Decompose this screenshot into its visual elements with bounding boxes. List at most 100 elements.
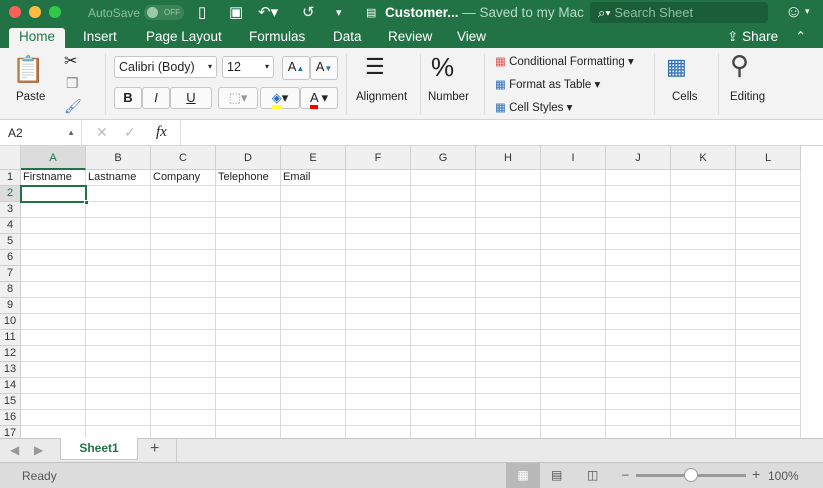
cell-I1[interactable] — [541, 170, 606, 186]
cell-K16[interactable] — [671, 410, 736, 426]
fill-handle[interactable] — [84, 200, 89, 205]
cell-L1[interactable] — [736, 170, 801, 186]
cell-G4[interactable] — [411, 218, 476, 234]
cell-L15[interactable] — [736, 394, 801, 410]
column-header-E[interactable]: E — [281, 146, 346, 170]
number-button[interactable]: Number — [428, 91, 469, 103]
save-icon[interactable]: ▣ — [229, 3, 243, 21]
cell-B10[interactable] — [86, 314, 151, 330]
zoom-slider[interactable] — [636, 468, 746, 482]
font-color-button[interactable]: A ▾ — [300, 87, 338, 109]
cell-F7[interactable] — [346, 266, 411, 282]
tab-view[interactable]: View — [457, 28, 486, 48]
row-header-4[interactable]: 4 — [0, 218, 21, 234]
cell-G15[interactable] — [411, 394, 476, 410]
cell-I4[interactable] — [541, 218, 606, 234]
cell-A11[interactable] — [21, 330, 86, 346]
cell-C14[interactable] — [151, 378, 216, 394]
cell-C6[interactable] — [151, 250, 216, 266]
row-header-9[interactable]: 9 — [0, 298, 21, 314]
minimize-window-button[interactable] — [29, 6, 41, 18]
cell-C15[interactable] — [151, 394, 216, 410]
cell-L8[interactable] — [736, 282, 801, 298]
zoom-out-button[interactable]: – — [622, 467, 629, 481]
cell-I3[interactable] — [541, 202, 606, 218]
cell-H6[interactable] — [476, 250, 541, 266]
bold-button[interactable]: B — [114, 87, 142, 109]
cell-L4[interactable] — [736, 218, 801, 234]
cell-K7[interactable] — [671, 266, 736, 282]
cell-F2[interactable] — [346, 186, 411, 202]
cell-K4[interactable] — [671, 218, 736, 234]
column-header-B[interactable]: B — [86, 146, 151, 170]
cell-E4[interactable] — [281, 218, 346, 234]
row-header-5[interactable]: 5 — [0, 234, 21, 250]
cell-A6[interactable] — [21, 250, 86, 266]
tab-data[interactable]: Data — [333, 28, 362, 48]
cell-G9[interactable] — [411, 298, 476, 314]
cell-L9[interactable] — [736, 298, 801, 314]
cell-J5[interactable] — [606, 234, 671, 250]
row-header-6[interactable]: 6 — [0, 250, 21, 266]
cell-D7[interactable] — [216, 266, 281, 282]
cell-G2[interactable] — [411, 186, 476, 202]
cell-D11[interactable] — [216, 330, 281, 346]
cell-F6[interactable] — [346, 250, 411, 266]
cell-B15[interactable] — [86, 394, 151, 410]
add-sheet-button[interactable]: + — [150, 440, 159, 458]
cell-K15[interactable] — [671, 394, 736, 410]
cell-H12[interactable] — [476, 346, 541, 362]
cell-I6[interactable] — [541, 250, 606, 266]
zoom-window-button[interactable] — [49, 6, 61, 18]
zoom-slider-handle[interactable] — [684, 468, 698, 482]
cell-G8[interactable] — [411, 282, 476, 298]
cell-B2[interactable] — [86, 186, 151, 202]
column-header-C[interactable]: C — [151, 146, 216, 170]
tab-home[interactable]: Home — [9, 28, 66, 48]
cell-F10[interactable] — [346, 314, 411, 330]
cell-C4[interactable] — [151, 218, 216, 234]
cell-J1[interactable] — [606, 170, 671, 186]
row-header-2[interactable]: 2 — [0, 186, 21, 202]
cell-H1[interactable] — [476, 170, 541, 186]
cell-L5[interactable] — [736, 234, 801, 250]
cell-B1[interactable]: Lastname — [86, 170, 151, 186]
cell-C3[interactable] — [151, 202, 216, 218]
cell-B4[interactable] — [86, 218, 151, 234]
sheet-tab-sheet1[interactable]: Sheet1 — [60, 438, 138, 460]
cell-A12[interactable] — [21, 346, 86, 362]
column-header-H[interactable]: H — [476, 146, 541, 170]
name-box[interactable]: A2 ▲ — [0, 121, 82, 145]
redo-icon[interactable]: ↺ — [302, 3, 315, 21]
column-header-I[interactable]: I — [541, 146, 606, 170]
row-header-8[interactable]: 8 — [0, 282, 21, 298]
cell-H3[interactable] — [476, 202, 541, 218]
cell-L3[interactable] — [736, 202, 801, 218]
cell-L6[interactable] — [736, 250, 801, 266]
row-header-7[interactable]: 7 — [0, 266, 21, 282]
cell-F9[interactable] — [346, 298, 411, 314]
cell-D12[interactable] — [216, 346, 281, 362]
column-header-L[interactable]: L — [736, 146, 801, 170]
cell-E3[interactable] — [281, 202, 346, 218]
cell-J2[interactable] — [606, 186, 671, 202]
cell-H5[interactable] — [476, 234, 541, 250]
cell-K14[interactable] — [671, 378, 736, 394]
font-name-select[interactable]: Calibri (Body) ▾ — [114, 56, 217, 78]
cell-styles-button[interactable]: ▦ Cell Styles ▾ — [495, 100, 572, 114]
cell-I15[interactable] — [541, 394, 606, 410]
cell-L14[interactable] — [736, 378, 801, 394]
cell-D2[interactable] — [216, 186, 281, 202]
increase-font-button[interactable]: A▲ — [282, 56, 310, 80]
cell-H11[interactable] — [476, 330, 541, 346]
cell-K6[interactable] — [671, 250, 736, 266]
cell-F1[interactable] — [346, 170, 411, 186]
cell-H14[interactable] — [476, 378, 541, 394]
cell-K12[interactable] — [671, 346, 736, 362]
cell-E15[interactable] — [281, 394, 346, 410]
cell-D10[interactable] — [216, 314, 281, 330]
underline-button[interactable]: U — [170, 87, 212, 109]
cell-B14[interactable] — [86, 378, 151, 394]
cell-E6[interactable] — [281, 250, 346, 266]
cut-icon[interactable]: ✂ — [64, 51, 77, 71]
